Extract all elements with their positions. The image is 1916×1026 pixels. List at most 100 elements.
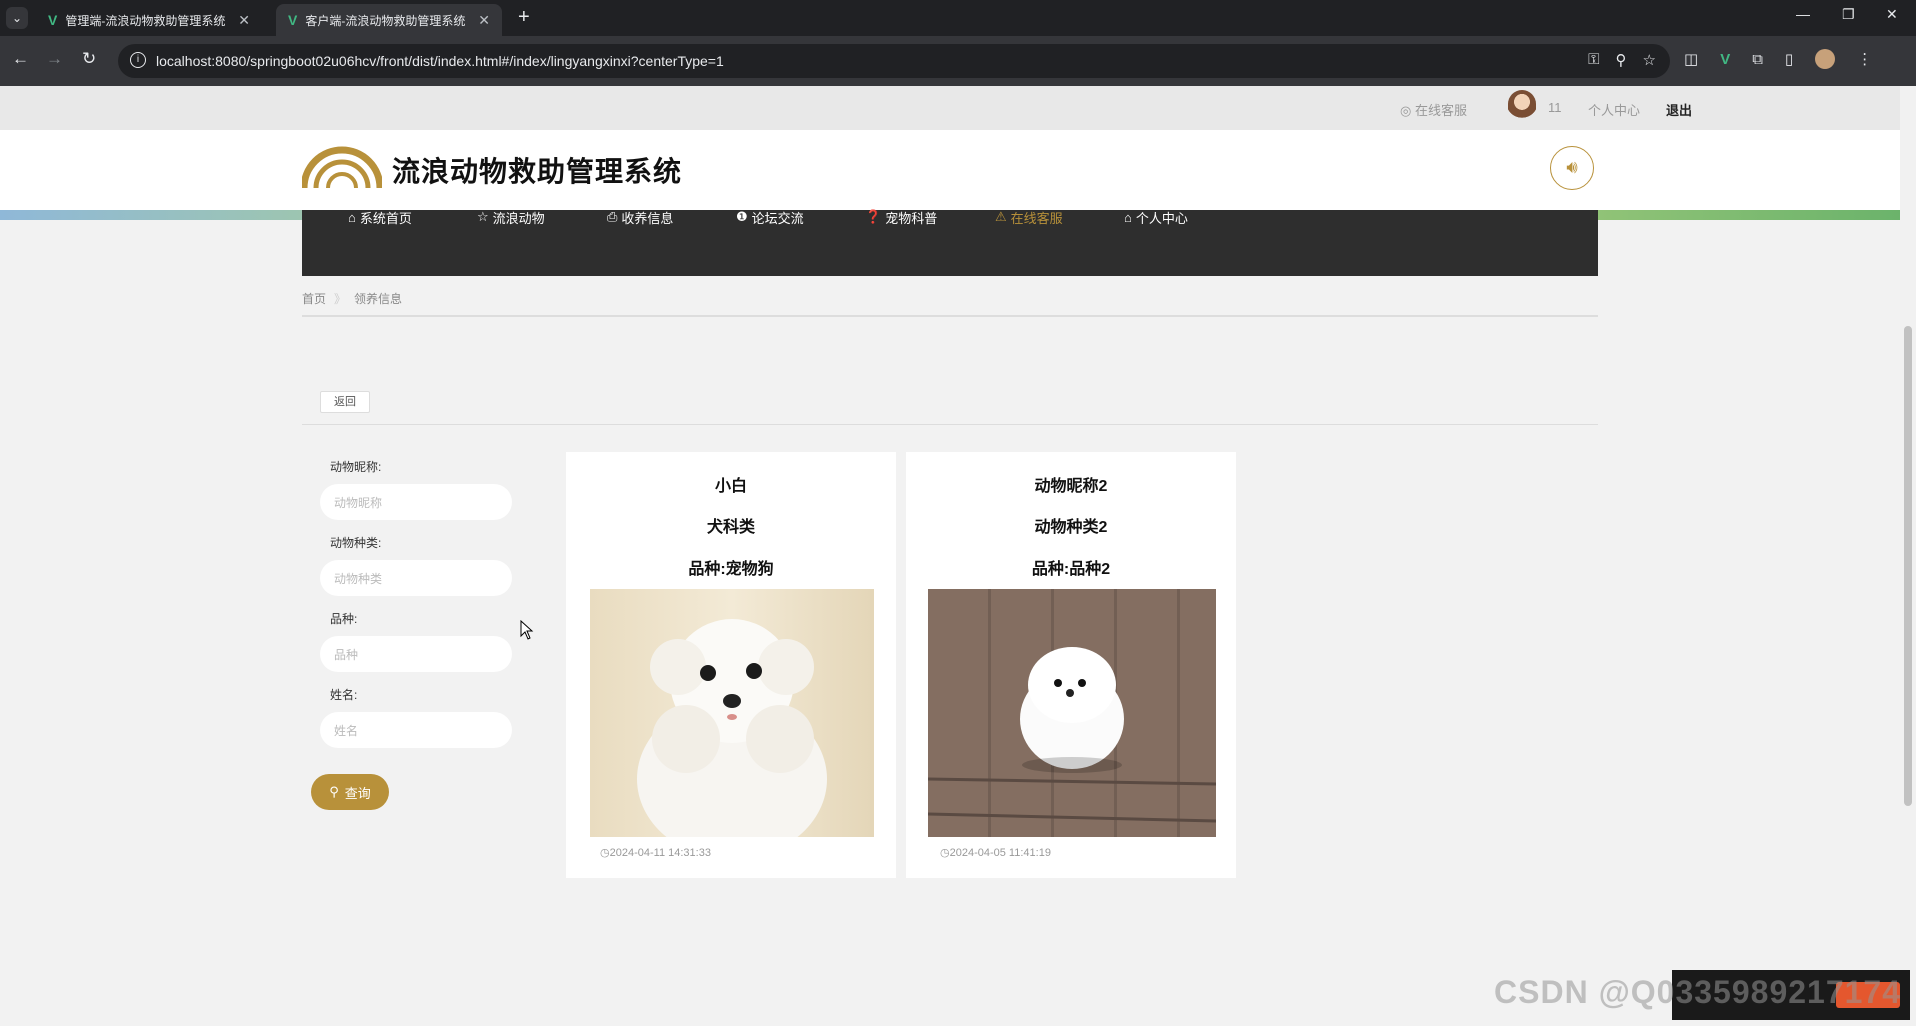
- nav-item-home[interactable]: ⌂ 系统首页: [348, 209, 412, 226]
- species-input[interactable]: 动物种类: [320, 560, 512, 596]
- card-breed: 品种:宠物狗: [688, 561, 774, 578]
- home-icon: ⌂: [1124, 209, 1132, 225]
- clock-icon: ◷: [940, 847, 950, 859]
- back-button[interactable]: 返回: [320, 391, 370, 413]
- nav-item-stray-animals[interactable]: ☆ 流浪动物: [477, 209, 545, 226]
- bag-icon: ⎙: [607, 209, 618, 224]
- warning-icon: ⚠: [995, 209, 1007, 224]
- white-poodle-image: [637, 619, 827, 837]
- nav-item-personal-center[interactable]: ⌂ 个人中心: [1124, 209, 1188, 226]
- extension-icon[interactable]: ◫: [1684, 50, 1698, 68]
- info-icon: ❶: [736, 209, 748, 224]
- username: 11: [1548, 100, 1562, 115]
- url-text: localhost:8080/springboot02u06hcv/front/…: [156, 53, 724, 69]
- site-logo: [302, 146, 382, 189]
- reload-icon[interactable]: ↻: [82, 49, 96, 69]
- divider: [302, 424, 1598, 425]
- breadcrumb-home[interactable]: 首页: [302, 290, 326, 307]
- home-icon: ⌂: [348, 209, 356, 225]
- minimize-icon[interactable]: —: [1796, 6, 1810, 22]
- adoption-card[interactable]: 动物昵称2 动物种类2 品种:品种2 ◷2024-04-05 11:41:19: [906, 452, 1236, 878]
- tab-title: 客户端-流浪动物救助管理系统: [305, 13, 466, 28]
- nav-label: 个人中心: [1135, 210, 1188, 226]
- close-icon[interactable]: ✕: [238, 12, 250, 29]
- card-type: 动物种类2: [1034, 519, 1108, 536]
- question-icon: ❓: [865, 209, 882, 224]
- mouse-cursor-icon: [520, 620, 534, 640]
- nav-label: 宠物科普: [885, 210, 938, 226]
- nav-label: 论坛交流: [751, 210, 804, 226]
- nickname-input[interactable]: 动物昵称: [320, 484, 512, 520]
- card-time-text: 2024-04-11 14:31:33: [609, 847, 711, 859]
- vue-logo-icon: V: [288, 12, 298, 28]
- breadcrumb: 首页 》 领养信息: [302, 290, 402, 307]
- nav-item-pet-science[interactable]: ❓ 宠物科普: [865, 209, 938, 226]
- nav-label: 收养信息: [621, 210, 674, 226]
- profile-avatar[interactable]: [1815, 49, 1836, 69]
- sound-toggle-button[interactable]: 🔊︎: [1550, 146, 1594, 190]
- field-label: 动物昵称:: [330, 460, 382, 474]
- clock-icon: ◷: [600, 847, 610, 859]
- white-pomeranian-image: [928, 589, 1216, 837]
- tab-search-icon[interactable]: ⌄: [6, 7, 28, 29]
- close-icon[interactable]: ✕: [478, 12, 490, 29]
- key-icon[interactable]: ⚿: [1588, 51, 1599, 69]
- user-top-bar: ◎ 在线客服 11 个人中心 退出: [0, 86, 1900, 130]
- field-label: 动物种类:: [330, 536, 382, 550]
- online-service-link[interactable]: ◎ 在线客服: [1400, 100, 1467, 119]
- avatar: [1508, 90, 1536, 124]
- nav-label: 系统首页: [359, 210, 412, 226]
- divider: [302, 315, 1598, 317]
- filter-panel: 动物昵称: 动物昵称 动物种类: 动物种类 品种: 品种 姓名: 姓名: [314, 458, 514, 762]
- search-icon: ⚲: [329, 784, 339, 799]
- field-label: 姓名:: [330, 688, 358, 702]
- pet-photo: [928, 589, 1216, 837]
- vue-devtools-icon[interactable]: V: [1720, 51, 1730, 68]
- name-input[interactable]: 姓名: [320, 712, 512, 748]
- menu-dots-icon[interactable]: ⋮: [1857, 50, 1872, 68]
- site-info-icon[interactable]: i: [130, 52, 146, 68]
- pet-photo: [590, 589, 874, 837]
- card-breed: 品种:品种2: [1031, 561, 1111, 578]
- address-bar[interactable]: i localhost:8080/springboot02u06hcv/fron…: [118, 44, 1670, 78]
- side-panel-icon[interactable]: ▯: [1785, 50, 1793, 68]
- browser-tab[interactable]: V 管理端-流浪动物救助管理系统 ✕: [36, 4, 262, 36]
- back-arrow-icon[interactable]: ←: [12, 49, 29, 69]
- bookmark-star-icon[interactable]: ☆: [1643, 51, 1656, 69]
- search-button[interactable]: ⚲ 查询: [311, 774, 389, 810]
- personal-center-link[interactable]: 个人中心: [1588, 100, 1640, 119]
- restore-icon[interactable]: ❐: [1842, 6, 1855, 23]
- card-timestamp: ◷2024-04-11 14:31:33: [600, 846, 711, 859]
- site-title: 流浪动物救助管理系统: [392, 156, 683, 187]
- nav-item-online-service[interactable]: ⚠ 在线客服: [995, 209, 1063, 226]
- tab-title: 管理端-流浪动物救助管理系统: [65, 13, 226, 28]
- new-tab-icon[interactable]: +: [518, 6, 530, 29]
- nav-label: 流浪动物: [492, 210, 545, 226]
- forward-arrow-icon[interactable]: →: [46, 49, 63, 69]
- page-scrollbar[interactable]: [1900, 86, 1916, 1026]
- puzzle-icon[interactable]: ⧉: [1752, 51, 1763, 68]
- nav-label: 在线客服: [1010, 210, 1063, 226]
- card-time-text: 2024-04-05 11:41:19: [949, 847, 1051, 859]
- card-type: 犬科类: [706, 519, 755, 536]
- watermark-text: CSDN @Q0335989217174: [1494, 974, 1902, 1010]
- vue-logo-icon: V: [48, 12, 58, 28]
- search-button-label: 查询: [344, 785, 371, 801]
- card-name: 动物昵称2: [1034, 478, 1108, 495]
- window-close-icon[interactable]: ✕: [1886, 6, 1898, 23]
- main-nav: ⌂ 系统首页 ☆ 流浪动物 ⎙ 收养信息 ❶ 论坛交流 ❓ 宠物科普 ⚠ 在线客服 ⌂ 个人中…: [302, 209, 1598, 276]
- scrollbar-thumb[interactable]: [1904, 326, 1912, 806]
- online-service-label: 在线客服: [1414, 103, 1467, 118]
- nav-item-forum[interactable]: ❶ 论坛交流: [736, 209, 804, 226]
- card-name: 小白: [714, 478, 747, 495]
- speaker-icon: 🔊︎: [1566, 157, 1578, 177]
- adoption-card[interactable]: 小白 犬科类 品种:宠物狗 ◷2024-04-11 14:31:33: [566, 452, 896, 878]
- browser-tab-active[interactable]: V 客户端-流浪动物救助管理系统 ✕: [276, 4, 502, 36]
- star-icon: ☆: [477, 209, 489, 224]
- breadcrumb-separator: 》: [334, 292, 347, 306]
- zoom-icon[interactable]: ⚲: [1616, 51, 1627, 69]
- card-timestamp: ◷2024-04-05 11:41:19: [940, 846, 1051, 859]
- breed-input[interactable]: 品种: [320, 636, 512, 672]
- logout-link[interactable]: 退出: [1666, 100, 1692, 119]
- nav-item-adoption-info[interactable]: ⎙ 收养信息: [607, 209, 674, 226]
